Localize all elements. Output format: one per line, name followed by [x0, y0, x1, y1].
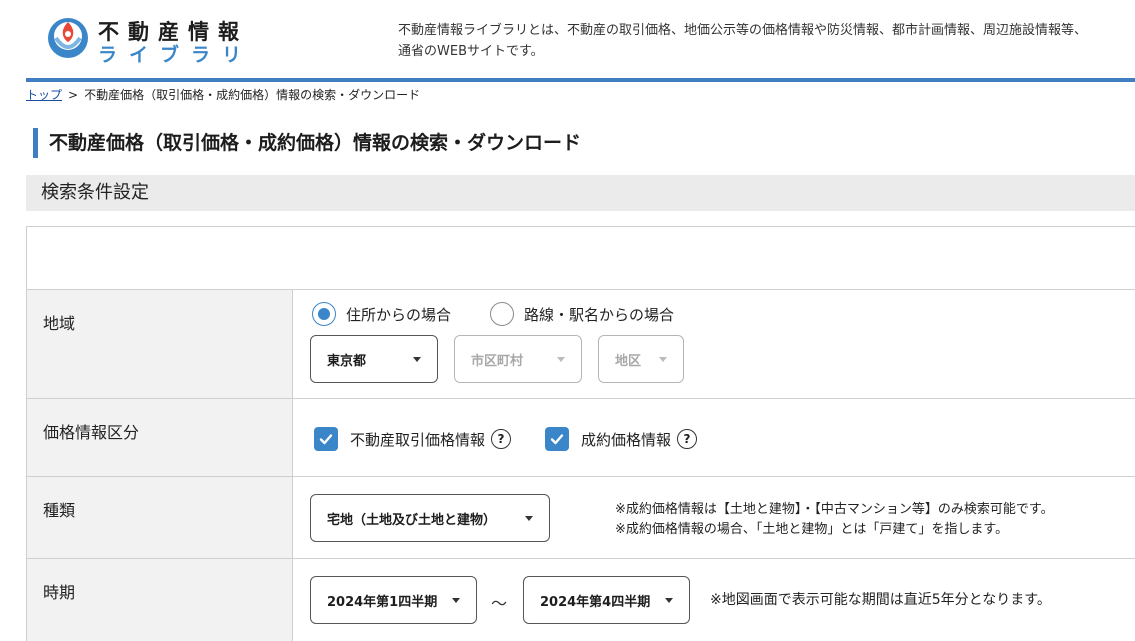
section-heading: 検索条件設定 — [26, 175, 1135, 211]
radio-station[interactable]: 路線・駅名からの場合 — [490, 302, 674, 326]
period-from-select[interactable]: 2024年第1四半期 — [310, 576, 477, 624]
header-divider — [26, 78, 1135, 82]
district-select[interactable]: 地区 — [598, 335, 684, 383]
price-category-cell: 不動産取引価格情報 ? 成約価格情報 ? — [294, 399, 1135, 476]
breadcrumb-separator: > — [68, 88, 79, 102]
help-icon[interactable]: ? — [491, 429, 512, 449]
district-select-value: 地区 — [615, 353, 642, 369]
site-header: 不動産情報 ライブラリ 不動産情報ライブラリとは、不動産の取引価格、地価公示等の… — [0, 0, 1135, 82]
checkbox-transaction-price[interactable]: 不動産取引価格情報 ? — [314, 427, 512, 451]
chevron-down-icon — [452, 598, 460, 603]
site-description-line2: 通省のWEBサイトです。 — [398, 44, 544, 59]
prefecture-select-value: 東京都 — [327, 353, 367, 369]
site-description: 不動産情報ライブラリとは、不動産の取引価格、地価公示等の価格情報や防災情報、都市… — [398, 20, 1135, 62]
period-range-separator: ～ — [491, 594, 508, 613]
breadcrumb-home-link[interactable]: トップ — [26, 88, 62, 102]
period-to-select[interactable]: 2024年第4四半期 — [523, 576, 690, 624]
form-row-period: 時期 2024年第1四半期 ～ 2024年第4四半期 ※地図画面で表示可能な期間… — [27, 559, 1135, 641]
help-icon[interactable]: ? — [677, 429, 698, 449]
type-label: 種類 — [27, 477, 293, 558]
search-conditions-form: 地域 住所からの場合 路線・駅名からの場合 東京都 市区町村 地区 価格情報区分… — [26, 226, 1135, 641]
check-icon — [319, 434, 333, 445]
property-type-select-value: 宅地（土地及び土地と建物） — [327, 512, 497, 528]
breadcrumb: トップ > 不動産価格（取引価格・成約価格）情報の検索・ダウンロード — [26, 86, 420, 103]
form-row-area: 地域 住所からの場合 路線・駅名からの場合 東京都 市区町村 地区 — [27, 290, 1135, 399]
radio-address-label: 住所からの場合 — [346, 305, 452, 324]
chevron-down-icon — [665, 598, 673, 603]
radio-station-label: 路線・駅名からの場合 — [524, 305, 675, 324]
chevron-down-icon — [557, 357, 565, 362]
city-select-value: 市区町村 — [471, 353, 524, 369]
period-label: 時期 — [27, 559, 293, 641]
prefecture-select[interactable]: 東京都 — [310, 335, 438, 383]
radio-station-indicator[interactable] — [490, 302, 514, 326]
form-blank-row — [27, 227, 1135, 290]
checkbox-contract-label: 成約価格情報 — [581, 430, 672, 449]
checkbox-contract-price[interactable]: 成約価格情報 ? — [545, 427, 698, 451]
checkbox-contract-indicator[interactable] — [545, 427, 569, 451]
type-cell: 宅地（土地及び土地と建物） ※成約価格情報は【土地と建物】・【中古マンション等】… — [294, 477, 1135, 558]
type-notes: ※成約価格情報は【土地と建物】・【中古マンション等】のみ検索可能です。 ※成約価… — [615, 500, 1054, 540]
site-logo[interactable]: 不動産情報 ライブラリ — [46, 14, 266, 66]
logo-mark-icon — [48, 18, 88, 58]
breadcrumb-current: 不動産価格（取引価格・成約価格）情報の検索・ダウンロード — [84, 88, 421, 102]
type-note-1: ※成約価格情報は【土地と建物】・【中古マンション等】のみ検索可能です。 — [615, 502, 1054, 517]
page-title: 不動産価格（取引価格・成約価格）情報の検索・ダウンロード — [33, 128, 581, 158]
price-category-label: 価格情報区分 — [27, 399, 293, 476]
checkbox-transaction-indicator[interactable] — [314, 427, 338, 451]
type-note-2: ※成約価格情報の場合、「土地と建物」とは「戸建て」を指します。 — [615, 522, 1009, 537]
chevron-down-icon — [413, 357, 421, 362]
logo-text-bottom: ライブラリ — [98, 44, 254, 66]
form-row-price-category: 価格情報区分 不動産取引価格情報 ? 成約価格情報 ? — [27, 399, 1135, 477]
form-row-type: 種類 宅地（土地及び土地と建物） ※成約価格情報は【土地と建物】・【中古マンショ… — [27, 477, 1135, 559]
period-note: ※地図画面で表示可能な期間は直近5年分となります。 — [710, 592, 1051, 608]
period-from-value: 2024年第1四半期 — [327, 594, 438, 610]
area-cell: 住所からの場合 路線・駅名からの場合 東京都 市区町村 地区 — [294, 290, 1135, 398]
city-select[interactable]: 市区町村 — [454, 335, 582, 383]
property-type-select[interactable]: 宅地（土地及び土地と建物） — [310, 494, 550, 542]
period-cell: 2024年第1四半期 ～ 2024年第4四半期 ※地図画面で表示可能な期間は直近… — [294, 559, 1135, 641]
chevron-down-icon — [659, 357, 667, 362]
area-label: 地域 — [27, 290, 293, 398]
period-to-value: 2024年第4四半期 — [540, 594, 651, 610]
check-icon — [550, 434, 564, 445]
chevron-down-icon — [525, 516, 533, 521]
site-description-line1: 不動産情報ライブラリとは、不動産の取引価格、地価公示等の価格情報や防災情報、都市… — [398, 23, 1088, 38]
checkbox-transaction-label: 不動産取引価格情報 — [350, 430, 486, 449]
radio-address-indicator[interactable] — [312, 302, 336, 326]
radio-address[interactable]: 住所からの場合 — [312, 302, 451, 326]
